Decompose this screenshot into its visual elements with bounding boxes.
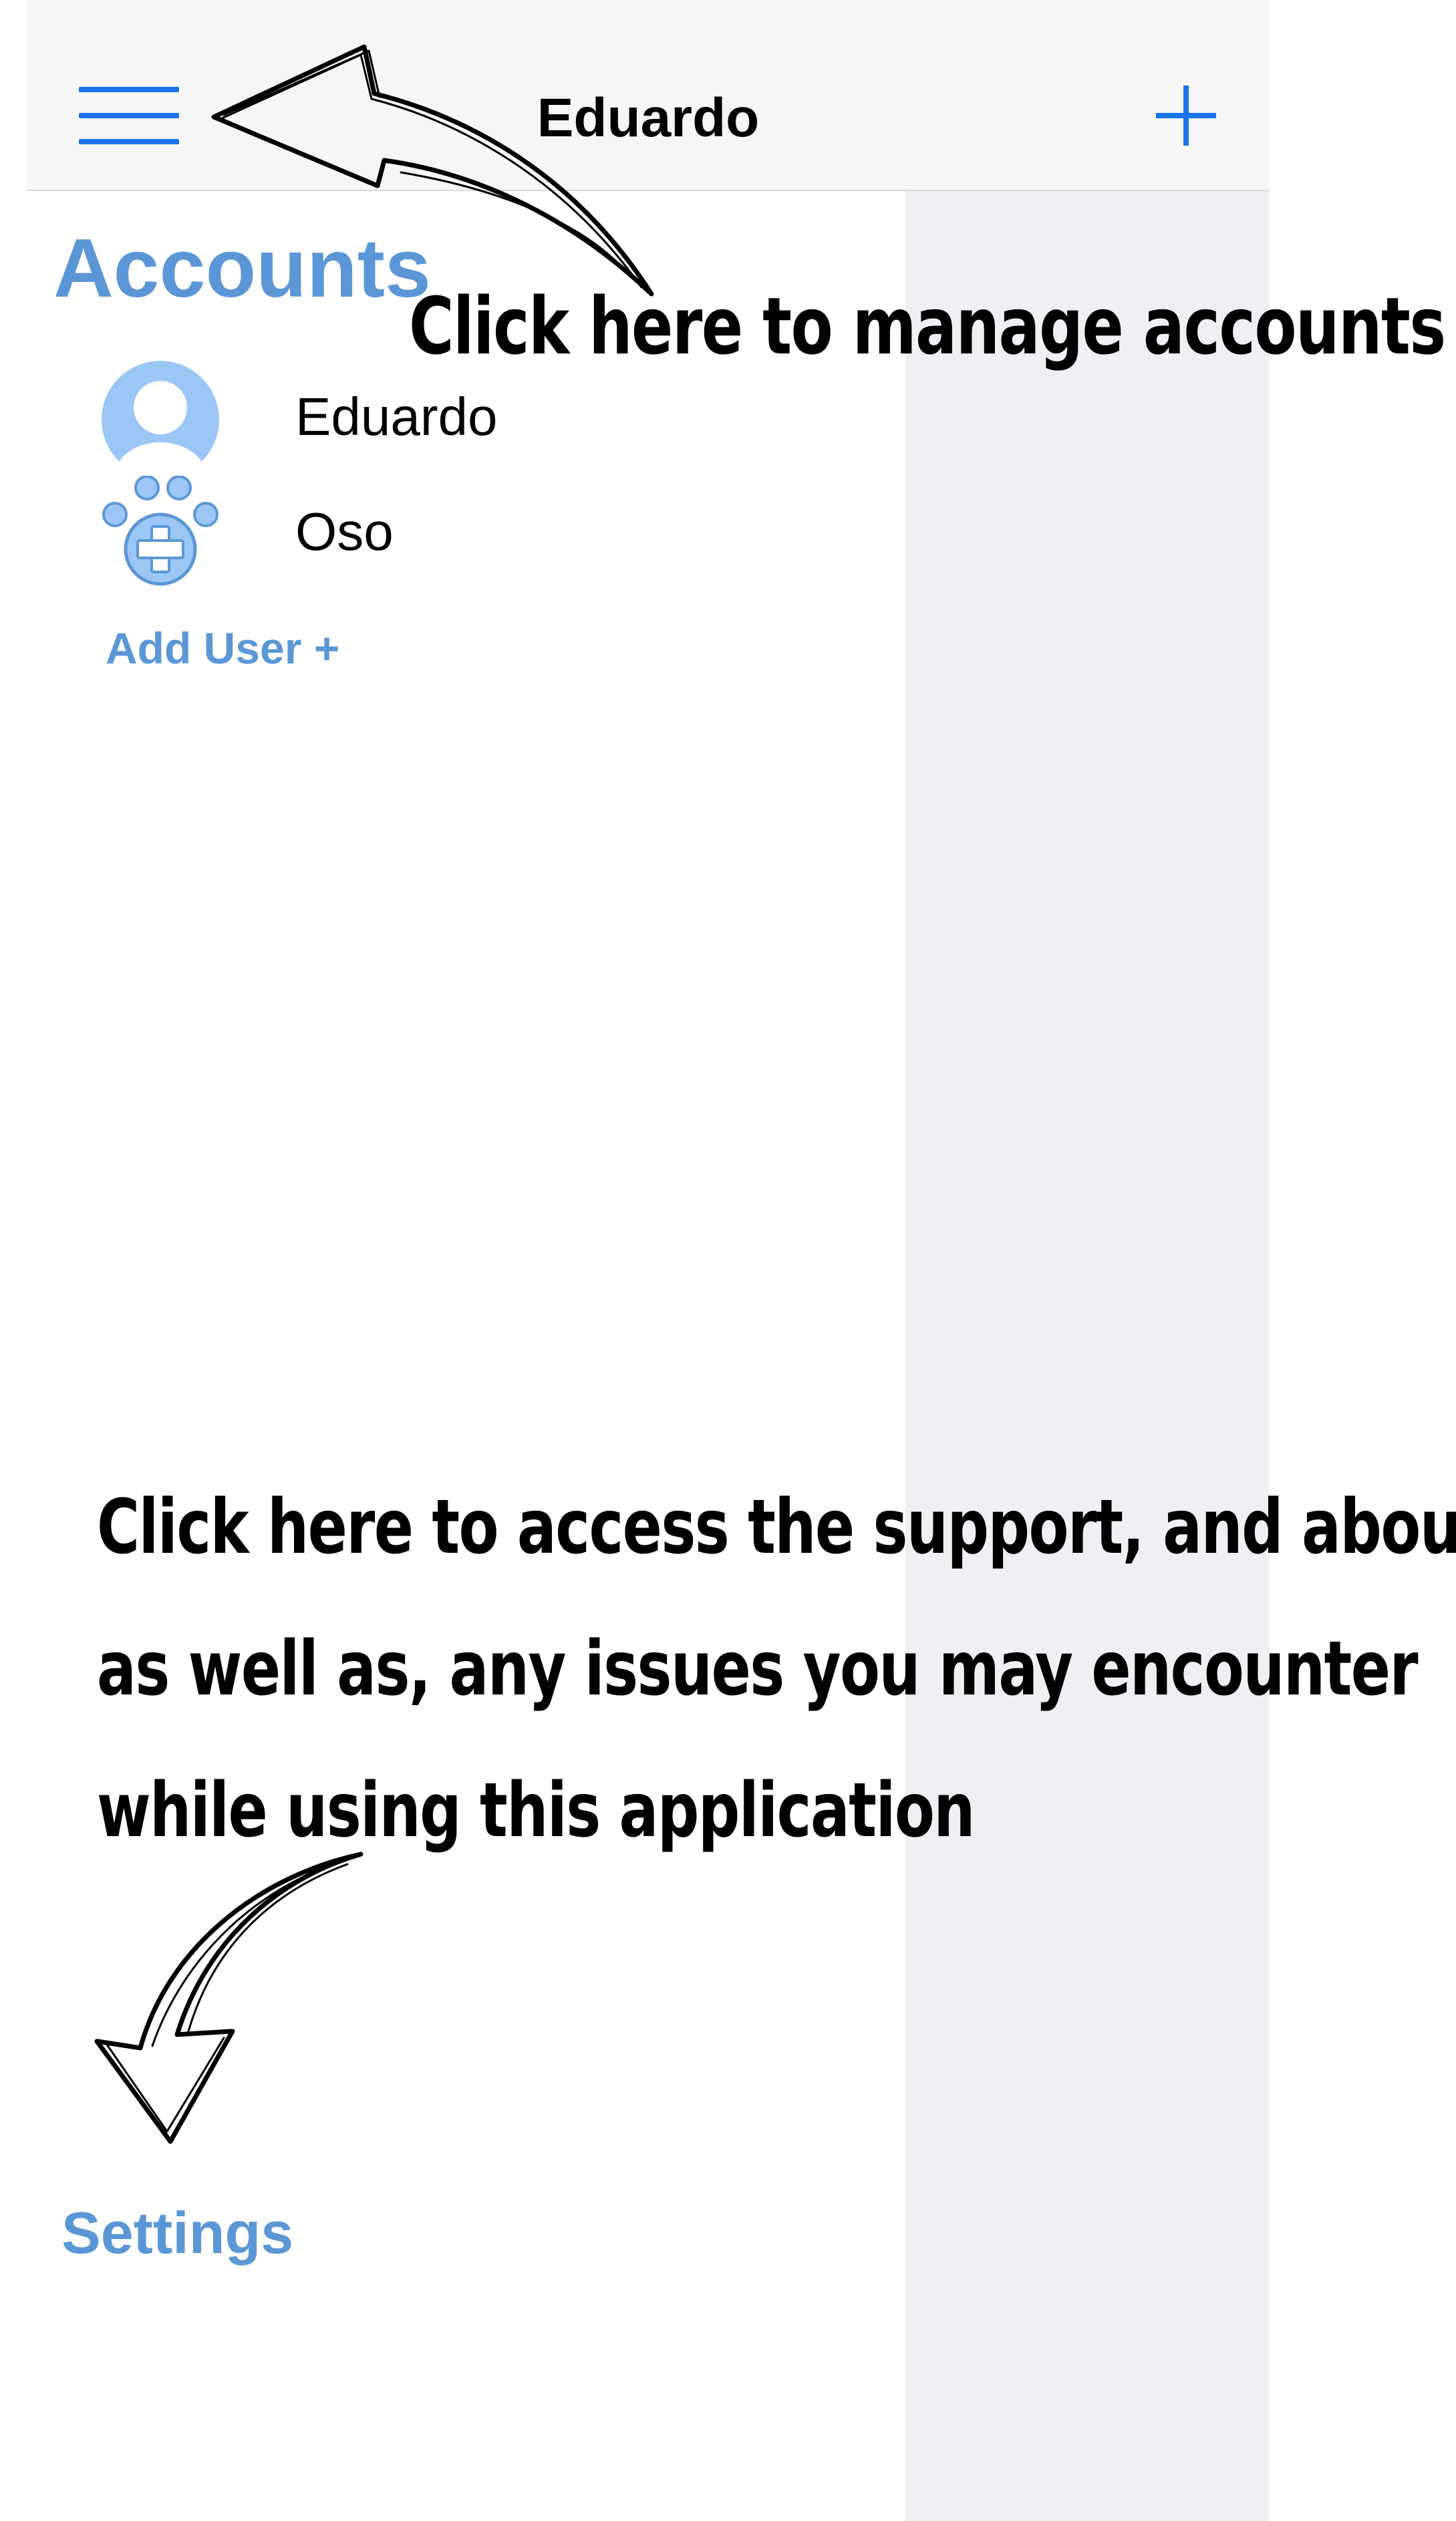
plus-icon[interactable] xyxy=(1156,86,1216,146)
account-item-oso[interactable]: Oso xyxy=(102,476,703,589)
annotation-settings-help: Click here to access the support, and ab… xyxy=(97,1457,1456,1882)
account-item-eduardo[interactable]: Eduardo xyxy=(102,361,703,478)
paw-plus-icon xyxy=(102,476,219,586)
annotation-line: as well as, any issues you may encounter xyxy=(97,1626,1419,1713)
navigation-bar: Eduardo xyxy=(27,0,1270,191)
accounts-heading: Accounts xyxy=(53,223,431,315)
app-window: Eduardo Accounts Eduardo Oso Add User + … xyxy=(27,0,1270,2521)
account-label: Eduardo xyxy=(295,387,498,446)
screen: Eduardo Accounts Eduardo Oso Add User + … xyxy=(0,0,1456,2521)
settings-link[interactable]: Settings xyxy=(61,2200,293,2266)
annotation-line: Click here to access the support, and ab… xyxy=(97,1484,1456,1571)
person-avatar-icon xyxy=(102,361,219,478)
account-label: Oso xyxy=(295,502,394,561)
add-user-button[interactable]: Add User + xyxy=(106,621,339,675)
annotation-manage-accounts: Click here to manage accounts xyxy=(409,280,1446,372)
background-content-panel xyxy=(905,191,1270,2521)
nav-title: Eduardo xyxy=(537,88,760,148)
annotation-line: while using this application xyxy=(97,1767,975,1854)
